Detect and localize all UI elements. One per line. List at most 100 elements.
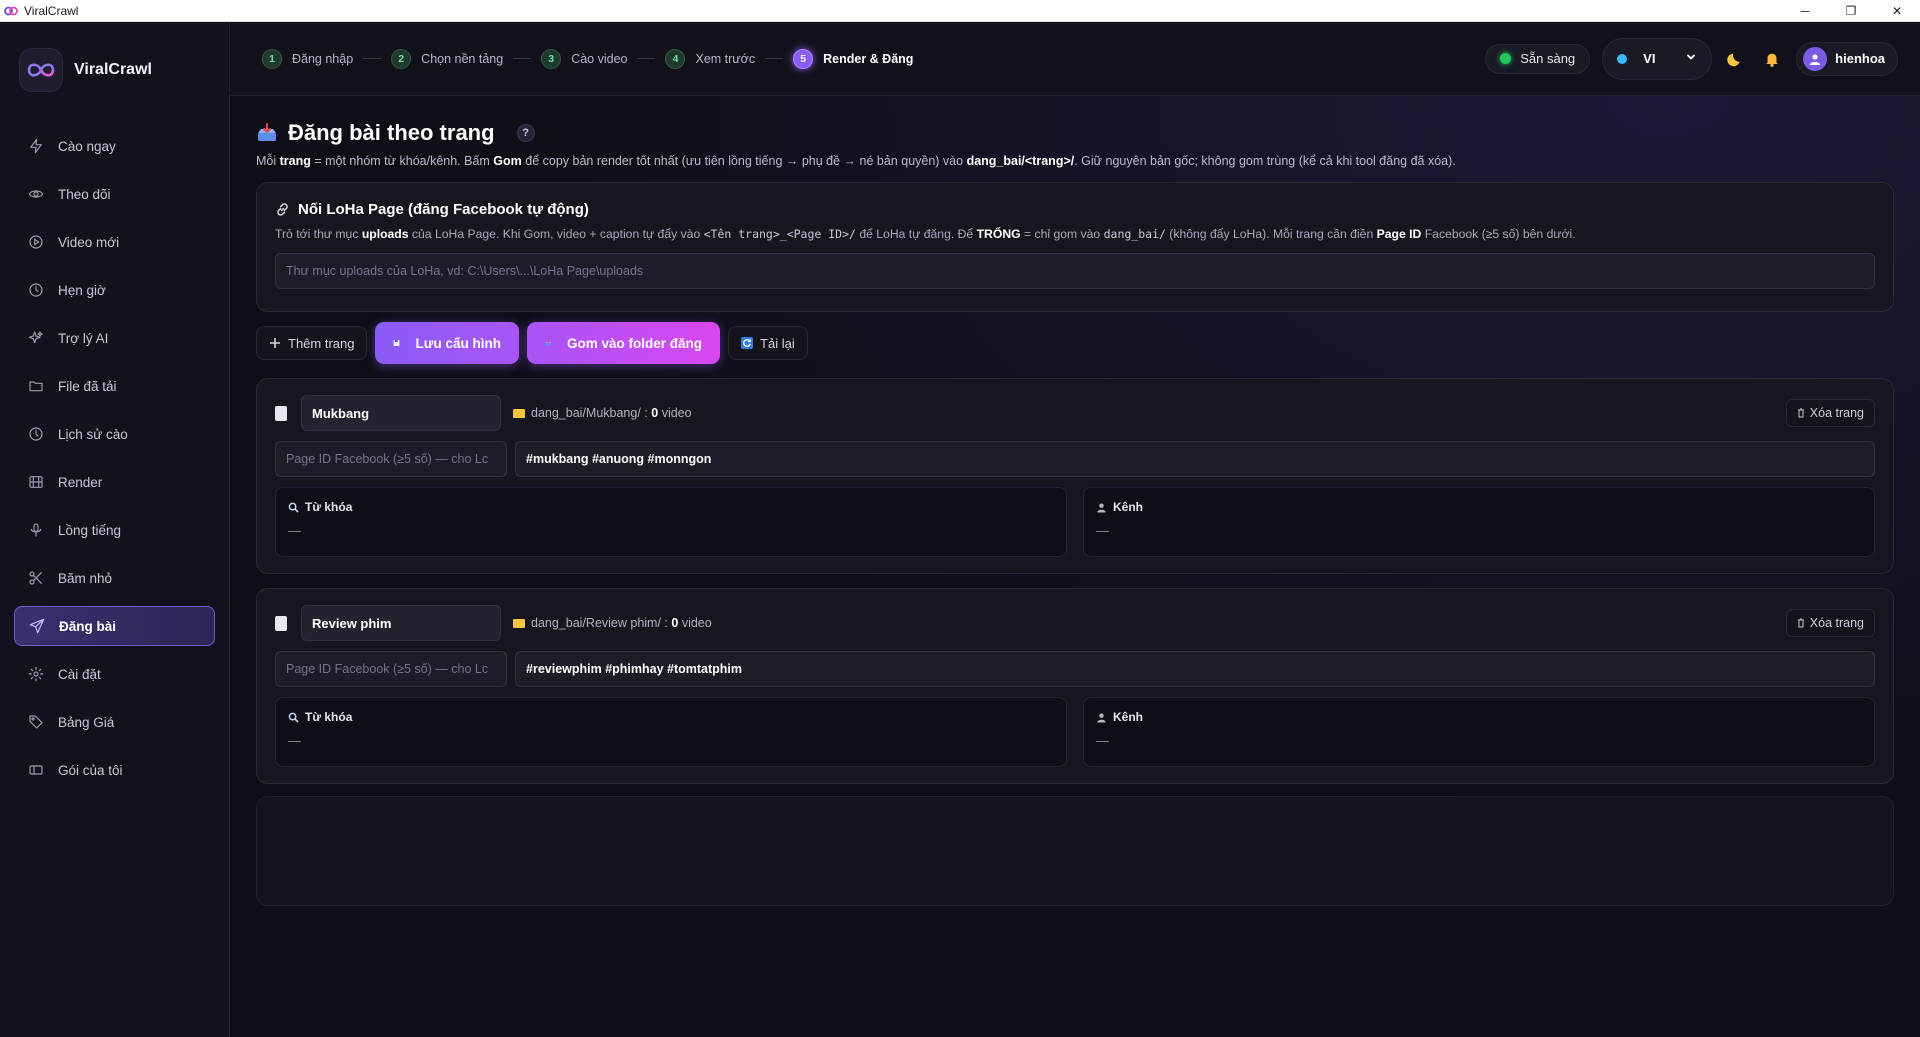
sidebar-item-bam-nho[interactable]: Băm nhỏ — [14, 558, 215, 598]
main-content: Đăng bài theo trang ? Mỗi trang = một nh… — [230, 96, 1920, 1037]
page-title-row: Đăng bài theo trang ? — [256, 118, 1894, 148]
bolt-icon — [30, 138, 42, 154]
help-button[interactable]: ? — [516, 124, 535, 142]
add-page-button[interactable]: Thêm trang — [256, 326, 368, 360]
page-title: Đăng bài theo trang — [288, 120, 495, 145]
page-toolbar: Thêm trang Lưu cấu hình Gom vào folder đ… — [256, 322, 1894, 364]
step-crawl-video[interactable]: 3 Cào video — [541, 48, 627, 69]
ticket-icon — [29, 765, 43, 775]
channels-box[interactable]: Kênh — — [1083, 697, 1875, 767]
app-logo-icon — [4, 4, 18, 18]
step-number: 5 — [793, 48, 814, 69]
step-label: Đăng nhập — [292, 51, 354, 66]
step-separator — [513, 58, 532, 59]
floppy-disk-icon — [393, 336, 407, 350]
step-login[interactable]: 1 Đăng nhập — [262, 48, 354, 69]
button-label: Xóa trang — [1809, 616, 1864, 630]
sidebar-item-theo-doi[interactable]: Theo dõi — [14, 174, 215, 214]
desc-text: = chỉ gom vào — [1020, 227, 1104, 241]
hashtags-input[interactable]: #mukbang #anuong #monngon — [515, 441, 1875, 477]
sidebar-item-hen-gio[interactable]: Hẹn giờ — [14, 270, 215, 310]
sidebar-item-render[interactable]: Render — [14, 462, 215, 502]
sidebar-item-file-da-tai[interactable]: File đã tải — [14, 366, 215, 406]
history-icon — [29, 427, 43, 441]
save-config-button[interactable]: Lưu cấu hình — [375, 322, 520, 364]
video-count-unit: video — [681, 616, 712, 630]
sidebar-item-label: Theo dõi — [58, 186, 111, 202]
inbox-tray-icon — [545, 336, 559, 350]
sidebar-item-dang-bai[interactable]: Đăng bài — [14, 606, 215, 646]
button-label: Thêm trang — [288, 335, 355, 351]
sidebar-item-bang-gia[interactable]: Bảng Giá — [14, 702, 215, 742]
channels-box[interactable]: Kênh — — [1083, 487, 1875, 557]
desc-bold: TRỐNG — [976, 227, 1021, 241]
moon-icon[interactable] — [1724, 47, 1748, 71]
status-dot-icon — [1500, 53, 1512, 64]
page-folder-info: dang_bai/Review phim/ : 0 video — [513, 616, 712, 630]
sidebar-item-lich-su-cao[interactable]: Lịch sử cào — [14, 414, 215, 454]
button-label: Gom vào folder đăng — [567, 335, 703, 351]
search-icon — [288, 502, 299, 513]
minimize-button[interactable]: ─ — [1782, 0, 1828, 22]
box-label: Từ khóa — [305, 500, 353, 514]
desc-text: để LoHa tự đăng. Để — [855, 227, 977, 241]
sidebar-item-cai-dat[interactable]: Cài đặt — [14, 654, 215, 694]
search-icon — [288, 712, 299, 723]
desc-code: <Tên trang>_<Page ID>/ — [703, 227, 856, 241]
sidebar-item-video-moi[interactable]: Video mới — [14, 222, 215, 262]
keywords-value: — — [288, 733, 301, 748]
delete-page-button[interactable]: Xóa trang — [1785, 399, 1875, 427]
delete-page-button[interactable]: Xóa trang — [1785, 609, 1875, 637]
sidebar-item-goi-cua-toi[interactable]: Gói của tôi — [14, 750, 215, 790]
window-titlebar: ViralCrawl ─ ❐ ✕ — [0, 0, 1920, 22]
brand-logo-icon — [20, 49, 62, 91]
status-text: Sẵn sàng — [1520, 51, 1576, 66]
folder-path: dang_bai/Review phim/ : — [531, 616, 668, 630]
step-choose-platform[interactable]: 2 Chọn nền tảng — [391, 48, 503, 69]
loha-uploads-path-input[interactable] — [275, 253, 1875, 289]
gather-to-folder-button[interactable]: Gom vào folder đăng — [527, 322, 721, 364]
page-folder-info: dang_bai/Mukbang/ : 0 video — [513, 406, 692, 420]
eye-icon — [28, 190, 44, 198]
page-name-input[interactable]: Review phim — [301, 605, 501, 641]
sidebar-item-cao-ngay[interactable]: Cào ngay — [14, 126, 215, 166]
reload-button[interactable]: Tải lại — [728, 326, 808, 360]
language-select[interactable]: VI — [1602, 37, 1713, 80]
sidebar-item-label: Băm nhỏ — [58, 570, 113, 586]
page-card: Review phim dang_bai/Review phim/ : 0 vi… — [256, 588, 1894, 784]
video-count: 0 — [651, 406, 659, 420]
desc-text: Facebook (≥5 số) bên dưới. — [1421, 227, 1576, 241]
keywords-box[interactable]: Từ khóa — — [275, 487, 1067, 557]
step-preview[interactable]: 4 Xem trước — [665, 48, 755, 69]
desc-text: của LoHa Page. Khi Gom, video + caption … — [408, 227, 704, 241]
step-render-publish[interactable]: 5 Render & Đăng — [793, 48, 913, 69]
step-separator — [363, 58, 382, 59]
close-window-button[interactable]: ✕ — [1874, 0, 1920, 22]
button-label: Lưu cấu hình — [415, 335, 502, 351]
folder-icon — [29, 381, 43, 392]
sidebar-item-long-tieng[interactable]: Lồng tiếng — [14, 510, 215, 550]
trash-icon — [1797, 618, 1804, 628]
keywords-title: Từ khóa — [288, 500, 1054, 514]
button-label: Tải lại — [760, 335, 795, 351]
sidebar-item-label: File đã tải — [58, 378, 117, 394]
user-menu[interactable]: hienhoa — [1796, 41, 1898, 76]
sidebar-nav: Cào ngay Theo dõi Video mới Hẹn giờ Trợ … — [0, 118, 229, 806]
sidebar-item-label: Hẹn giờ — [58, 282, 106, 298]
wizard-steps: 1 Đăng nhập 2 Chọn nền tảng 3 Cào video … — [262, 48, 913, 69]
hashtags-input[interactable]: #reviewphim #phimhay #tomtatphim — [515, 651, 1875, 687]
page-name-input[interactable]: Mukbang — [301, 395, 501, 431]
desc-text: Trỏ tới thư mục — [275, 227, 362, 241]
sidebar-item-tro-ly-ai[interactable]: Trợ lý AI — [14, 318, 215, 358]
tag-icon — [29, 715, 43, 729]
restore-button[interactable]: ❐ — [1828, 0, 1874, 22]
keywords-box[interactable]: Từ khóa — — [275, 697, 1067, 767]
box-label: Kênh — [1113, 710, 1143, 724]
page-id-input[interactable]: Page ID Facebook (≥5 số) — cho Lc — [275, 651, 507, 687]
page-id-input[interactable]: Page ID Facebook (≥5 số) — cho Lc — [275, 441, 507, 477]
bell-icon[interactable] — [1760, 47, 1784, 71]
desc-text: = một nhóm từ khóa/kênh. Bấm — [310, 154, 494, 168]
document-icon — [275, 615, 287, 631]
step-number: 4 — [665, 48, 686, 69]
brand[interactable]: ViralCrawl — [0, 22, 229, 118]
